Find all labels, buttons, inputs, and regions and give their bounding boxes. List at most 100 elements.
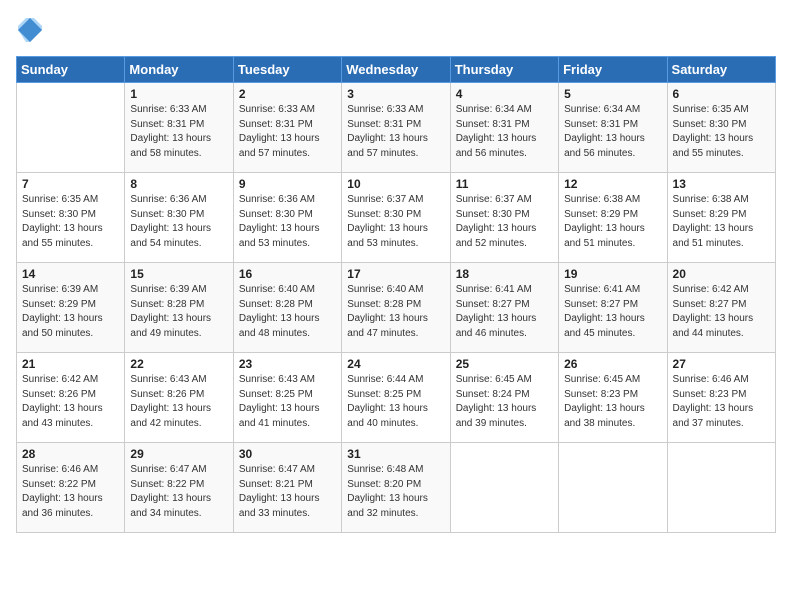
- cell-content: Sunrise: 6:40 AM Sunset: 8:28 PM Dayligh…: [239, 283, 336, 341]
- day-number: 4: [456, 87, 553, 101]
- calendar-cell: [17, 83, 125, 173]
- calendar-cell: 10 Sunrise: 6:37 AM Sunset: 8:30 PM Dayli…: [342, 173, 450, 263]
- calendar-cell: 21 Sunrise: 6:42 AM Sunset: 8:26 PM Dayli…: [17, 353, 125, 443]
- calendar-cell: 29 Sunrise: 6:47 AM Sunset: 8:22 PM Dayli…: [125, 443, 233, 533]
- logo-icon: [16, 16, 44, 44]
- calendar-cell: [559, 443, 667, 533]
- column-header-tuesday: Tuesday: [233, 57, 341, 83]
- calendar-cell: 24Sunrise: 6:44 AM Sunset: 8:25 PM Dayli…: [342, 353, 450, 443]
- cell-content: Sunrise: 6:36 AM Sunset: 8:30 PM Dayligh…: [130, 193, 227, 251]
- calendar-cell: 14 Sunrise: 6:39 AM Sunset: 8:29 PM Dayli…: [17, 263, 125, 353]
- column-header-thursday: Thursday: [450, 57, 558, 83]
- day-number: 21: [22, 357, 119, 371]
- calendar-cell: 7 Sunrise: 6:35 AM Sunset: 8:30 PM Daylig…: [17, 173, 125, 263]
- day-number: 18: [456, 267, 553, 281]
- cell-content: Sunrise: 6:33 AM Sunset: 8:31 PM Dayligh…: [130, 103, 227, 161]
- day-number: 8: [130, 177, 227, 191]
- day-number: 7: [22, 177, 119, 191]
- calendar-cell: 13Sunrise: 6:38 AM Sunset: 8:29 PM Dayli…: [667, 173, 775, 263]
- day-number: 9: [239, 177, 336, 191]
- day-number: 31: [347, 447, 444, 461]
- cell-content: Sunrise: 6:43 AM Sunset: 8:26 PM Dayligh…: [130, 373, 227, 431]
- day-number: 2: [239, 87, 336, 101]
- cell-content: Sunrise: 6:33 AM Sunset: 8:31 PM Dayligh…: [239, 103, 336, 161]
- calendar-cell: 15 Sunrise: 6:39 AM Sunset: 8:28 PM Dayli…: [125, 263, 233, 353]
- day-number: 12: [564, 177, 661, 191]
- day-number: 6: [673, 87, 770, 101]
- day-number: 15: [130, 267, 227, 281]
- cell-content: Sunrise: 6:42 AM Sunset: 8:27 PM Dayligh…: [673, 283, 770, 341]
- calendar-cell: 31 Sunrise: 6:48 AM Sunset: 8:20 PM Dayli…: [342, 443, 450, 533]
- day-number: 25: [456, 357, 553, 371]
- day-number: 27: [673, 357, 770, 371]
- cell-content: Sunrise: 6:37 AM Sunset: 8:30 PM Dayligh…: [456, 193, 553, 251]
- day-number: 10: [347, 177, 444, 191]
- calendar-cell: 5 Sunrise: 6:34 AM Sunset: 8:31 PM Daylig…: [559, 83, 667, 173]
- cell-content: Sunrise: 6:41 AM Sunset: 8:27 PM Dayligh…: [456, 283, 553, 341]
- day-number: 30: [239, 447, 336, 461]
- day-number: 29: [130, 447, 227, 461]
- calendar-cell: 28 Sunrise: 6:46 AM Sunset: 8:22 PM Dayli…: [17, 443, 125, 533]
- day-number: 11: [456, 177, 553, 191]
- calendar-cell: 16 Sunrise: 6:40 AM Sunset: 8:28 PM Dayli…: [233, 263, 341, 353]
- calendar-cell: 6 Sunrise: 6:35 AM Sunset: 8:30 PM Daylig…: [667, 83, 775, 173]
- cell-content: Sunrise: 6:39 AM Sunset: 8:29 PM Dayligh…: [22, 283, 119, 341]
- day-number: 1: [130, 87, 227, 101]
- day-number: 24: [347, 357, 444, 371]
- day-number: 28: [22, 447, 119, 461]
- calendar-cell: 1 Sunrise: 6:33 AM Sunset: 8:31 PM Daylig…: [125, 83, 233, 173]
- calendar-cell: 3 Sunrise: 6:33 AM Sunset: 8:31 PM Daylig…: [342, 83, 450, 173]
- day-number: 22: [130, 357, 227, 371]
- day-number: 19: [564, 267, 661, 281]
- day-number: 26: [564, 357, 661, 371]
- day-number: 17: [347, 267, 444, 281]
- day-number: 16: [239, 267, 336, 281]
- calendar-cell: 22 Sunrise: 6:43 AM Sunset: 8:26 PM Dayli…: [125, 353, 233, 443]
- calendar-table: SundayMondayTuesdayWednesdayThursdayFrid…: [16, 56, 776, 533]
- day-number: 5: [564, 87, 661, 101]
- calendar-cell: 17Sunrise: 6:40 AM Sunset: 8:28 PM Dayli…: [342, 263, 450, 353]
- cell-content: Sunrise: 6:47 AM Sunset: 8:21 PM Dayligh…: [239, 463, 336, 521]
- cell-content: Sunrise: 6:37 AM Sunset: 8:30 PM Dayligh…: [347, 193, 444, 251]
- cell-content: Sunrise: 6:43 AM Sunset: 8:25 PM Dayligh…: [239, 373, 336, 431]
- day-number: 23: [239, 357, 336, 371]
- calendar-cell: 23 Sunrise: 6:43 AM Sunset: 8:25 PM Dayli…: [233, 353, 341, 443]
- cell-content: Sunrise: 6:45 AM Sunset: 8:24 PM Dayligh…: [456, 373, 553, 431]
- day-number: 14: [22, 267, 119, 281]
- calendar-cell: 9 Sunrise: 6:36 AM Sunset: 8:30 PM Daylig…: [233, 173, 341, 263]
- cell-content: Sunrise: 6:36 AM Sunset: 8:30 PM Dayligh…: [239, 193, 336, 251]
- calendar-cell: [450, 443, 558, 533]
- cell-content: Sunrise: 6:38 AM Sunset: 8:29 PM Dayligh…: [564, 193, 661, 251]
- cell-content: Sunrise: 6:46 AM Sunset: 8:23 PM Dayligh…: [673, 373, 770, 431]
- cell-content: Sunrise: 6:47 AM Sunset: 8:22 PM Dayligh…: [130, 463, 227, 521]
- column-header-wednesday: Wednesday: [342, 57, 450, 83]
- calendar-cell: 11 Sunrise: 6:37 AM Sunset: 8:30 PM Dayli…: [450, 173, 558, 263]
- calendar-cell: 2 Sunrise: 6:33 AM Sunset: 8:31 PM Daylig…: [233, 83, 341, 173]
- logo: [16, 16, 48, 44]
- calendar-cell: 20 Sunrise: 6:42 AM Sunset: 8:27 PM Dayli…: [667, 263, 775, 353]
- calendar-cell: 12 Sunrise: 6:38 AM Sunset: 8:29 PM Dayli…: [559, 173, 667, 263]
- day-number: 20: [673, 267, 770, 281]
- calendar-cell: [667, 443, 775, 533]
- cell-content: Sunrise: 6:42 AM Sunset: 8:26 PM Dayligh…: [22, 373, 119, 431]
- column-header-sunday: Sunday: [17, 57, 125, 83]
- page-header: [16, 16, 776, 44]
- column-header-friday: Friday: [559, 57, 667, 83]
- cell-content: Sunrise: 6:34 AM Sunset: 8:31 PM Dayligh…: [564, 103, 661, 161]
- cell-content: Sunrise: 6:35 AM Sunset: 8:30 PM Dayligh…: [673, 103, 770, 161]
- calendar-cell: 4 Sunrise: 6:34 AM Sunset: 8:31 PM Daylig…: [450, 83, 558, 173]
- cell-content: Sunrise: 6:33 AM Sunset: 8:31 PM Dayligh…: [347, 103, 444, 161]
- calendar-cell: 18 Sunrise: 6:41 AM Sunset: 8:27 PM Dayli…: [450, 263, 558, 353]
- column-header-monday: Monday: [125, 57, 233, 83]
- day-number: 3: [347, 87, 444, 101]
- cell-content: Sunrise: 6:45 AM Sunset: 8:23 PM Dayligh…: [564, 373, 661, 431]
- cell-content: Sunrise: 6:35 AM Sunset: 8:30 PM Dayligh…: [22, 193, 119, 251]
- column-header-saturday: Saturday: [667, 57, 775, 83]
- calendar-cell: 27 Sunrise: 6:46 AM Sunset: 8:23 PM Dayli…: [667, 353, 775, 443]
- cell-content: Sunrise: 6:34 AM Sunset: 8:31 PM Dayligh…: [456, 103, 553, 161]
- calendar-cell: 19Sunrise: 6:41 AM Sunset: 8:27 PM Dayli…: [559, 263, 667, 353]
- cell-content: Sunrise: 6:46 AM Sunset: 8:22 PM Dayligh…: [22, 463, 119, 521]
- cell-content: Sunrise: 6:39 AM Sunset: 8:28 PM Dayligh…: [130, 283, 227, 341]
- cell-content: Sunrise: 6:48 AM Sunset: 8:20 PM Dayligh…: [347, 463, 444, 521]
- cell-content: Sunrise: 6:38 AM Sunset: 8:29 PM Dayligh…: [673, 193, 770, 251]
